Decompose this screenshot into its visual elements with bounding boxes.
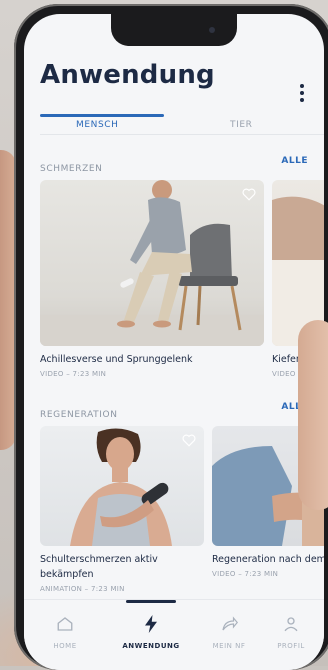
nav-active-indicator bbox=[126, 600, 176, 603]
notch bbox=[111, 14, 237, 46]
section-title: SCHMERZEN bbox=[40, 164, 103, 174]
content-card[interactable]: Schulterschmerzen aktiv bekämpfen ANIMAT… bbox=[40, 426, 204, 593]
section-regeneration-header: REGENERATION ALLE bbox=[40, 402, 312, 420]
nav-anwendung[interactable]: ANWENDUNG bbox=[116, 614, 186, 650]
nav-label: PROFIL bbox=[277, 642, 305, 650]
nav-label: MEIN NF bbox=[212, 642, 246, 650]
heart-icon[interactable] bbox=[242, 188, 256, 201]
phone-frame: Anwendung MENSCH TIER SCHMERZEN ALLE Ach… bbox=[14, 4, 328, 670]
card-title: Regeneration nach dem bbox=[212, 554, 324, 565]
card-title-line-2: bekämpfen bbox=[40, 569, 94, 580]
tab-mensch[interactable]: MENSCH bbox=[76, 120, 119, 130]
content-card[interactable]: Achillesverse und Sprunggelenk VIDEO – 7… bbox=[40, 180, 264, 378]
card-meta: ANIMATION – 7:23 MIN bbox=[40, 585, 125, 593]
tab-active-indicator bbox=[40, 114, 164, 117]
card-title-line-1: Schulterschmerzen aktiv bbox=[40, 554, 158, 565]
card-row-regeneration: Schulterschmerzen aktiv bekämpfen ANIMAT… bbox=[40, 426, 324, 602]
lightning-icon bbox=[145, 615, 157, 633]
right-finger bbox=[298, 320, 328, 510]
share-icon bbox=[222, 616, 238, 631]
more-options-icon[interactable] bbox=[300, 84, 304, 105]
card-row-schmerzen: Achillesverse und Sprunggelenk VIDEO – 7… bbox=[40, 180, 324, 410]
bottom-navigation: HOME ANWENDUNG MEIN NF PROFIL bbox=[24, 599, 324, 670]
card-meta: VIDEO – 7:23 MIN bbox=[40, 370, 107, 378]
nav-label: ANWENDUNG bbox=[122, 642, 180, 650]
app-screen: Anwendung MENSCH TIER SCHMERZEN ALLE Ach… bbox=[24, 14, 324, 670]
woman-massage-image bbox=[70, 428, 172, 546]
card-title: Achillesverse und Sprunggelenk bbox=[40, 354, 193, 365]
header: Anwendung bbox=[40, 60, 308, 104]
tab-divider bbox=[40, 134, 324, 135]
section-schmerzen-header: SCHMERZEN ALLE bbox=[40, 156, 312, 174]
nav-label: HOME bbox=[53, 642, 77, 650]
tab-tier[interactable]: TIER bbox=[230, 120, 253, 130]
nav-home[interactable]: HOME bbox=[30, 614, 100, 650]
nav-mein-nf[interactable]: MEIN NF bbox=[194, 614, 264, 650]
section-title: REGENERATION bbox=[40, 410, 118, 420]
man-sitting-image bbox=[40, 180, 264, 346]
home-icon bbox=[57, 617, 73, 631]
card-meta: VIDEO – 7:23 MIN bbox=[212, 570, 279, 578]
nav-profil[interactable]: PROFIL bbox=[256, 614, 324, 650]
page-title: Anwendung bbox=[40, 60, 215, 90]
see-all-link[interactable]: ALLE bbox=[281, 156, 308, 166]
camera-icon bbox=[209, 27, 215, 33]
profile-icon bbox=[284, 617, 298, 632]
card-thumbnail bbox=[40, 180, 264, 346]
card-thumbnail bbox=[40, 426, 204, 546]
heart-icon[interactable] bbox=[182, 434, 196, 447]
tab-bar: MENSCH TIER bbox=[24, 112, 324, 136]
